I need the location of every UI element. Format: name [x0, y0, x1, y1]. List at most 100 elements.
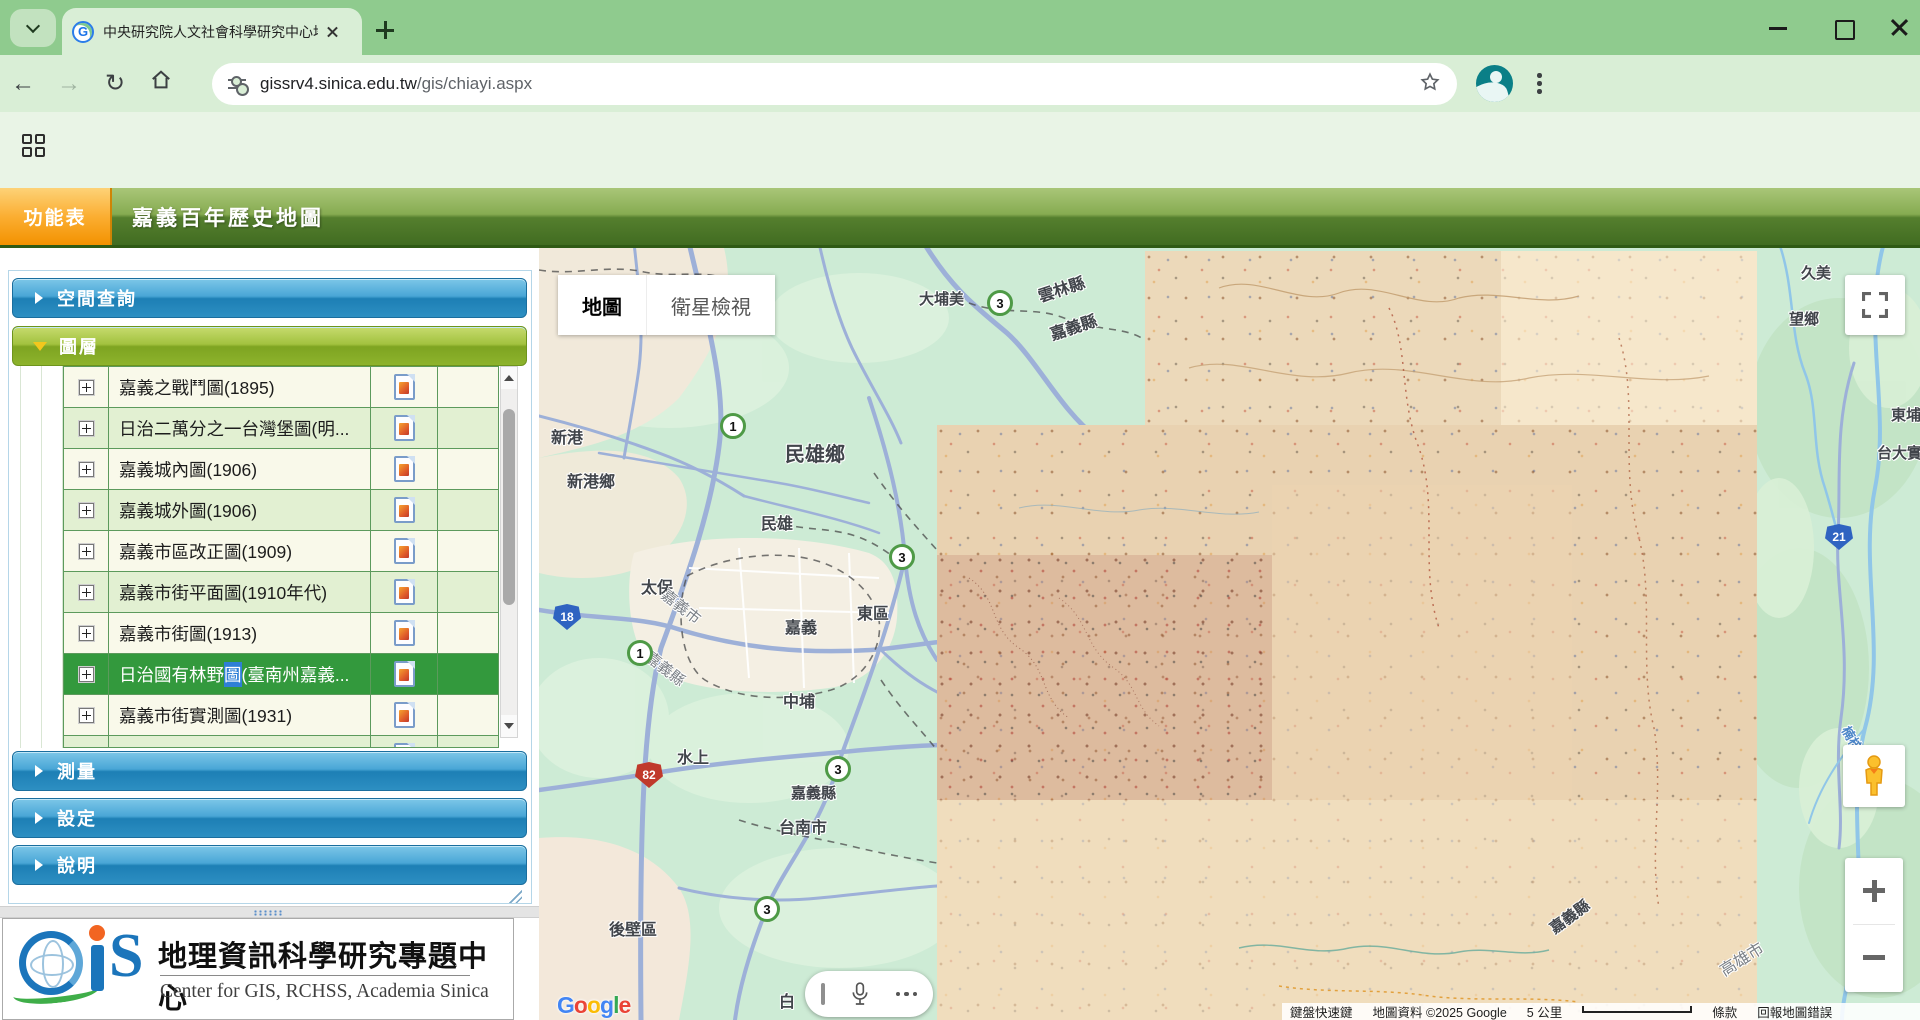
forward-button[interactable]: →: [46, 70, 92, 98]
pegman-control[interactable]: [1843, 745, 1905, 807]
chevron-right-icon: [35, 292, 43, 304]
report-error-link[interactable]: 回報地圖錯誤: [1757, 1002, 1832, 1020]
tab-close-icon[interactable]: [324, 23, 342, 41]
gis-letter-s: S: [109, 921, 143, 992]
expand-plus-icon[interactable]: [79, 421, 94, 436]
expand-plus-icon[interactable]: [79, 626, 94, 641]
zoom-out-button[interactable]: [1845, 925, 1903, 991]
layer-scrollbar[interactable]: [500, 366, 518, 738]
browser-menu-button[interactable]: [1537, 73, 1543, 95]
map-type-satellite-button[interactable]: 衛星檢視: [646, 275, 775, 335]
route-shield: 3: [889, 544, 915, 570]
map-label: 後壁區: [609, 916, 657, 940]
window-maximize-button[interactable]: [1830, 14, 1858, 42]
scroll-down-button[interactable]: [501, 715, 517, 737]
map-type-map-button[interactable]: 地圖: [558, 275, 646, 335]
more-options-icon[interactable]: [896, 992, 918, 997]
browser-navbar: ← → ↻ gissrv4.sinica.edu.tw/gis/chiayi.a…: [0, 55, 1920, 112]
accordion-layers[interactable]: 圖層: [12, 326, 527, 366]
chevron-right-icon: [35, 859, 43, 871]
layer-row[interactable]: 日治二萬分之一台灣堡圖(明...: [64, 408, 498, 449]
home-button[interactable]: [138, 69, 184, 98]
url-bar[interactable]: gissrv4.sinica.edu.tw/gis/chiayi.aspx: [212, 63, 1457, 105]
zoom-control: [1845, 858, 1903, 992]
map-document-icon[interactable]: [394, 661, 415, 687]
layer-row-partial[interactable]: [64, 736, 498, 748]
scrollbar-thumb[interactable]: [503, 409, 515, 605]
scale-label: 5 公里: [1527, 1002, 1562, 1020]
expand-plus-icon[interactable]: [79, 708, 94, 723]
map-label: 水上: [677, 744, 709, 768]
profile-avatar[interactable]: [1476, 65, 1513, 102]
expand-plus-icon[interactable]: [79, 380, 94, 395]
layer-row[interactable]: 嘉義市區改正圖(1909): [64, 531, 498, 572]
function-menu-button[interactable]: 功能表: [0, 188, 112, 245]
accordion-measure[interactable]: 測量: [12, 751, 527, 791]
tab-search-button[interactable]: [10, 9, 56, 47]
map-document-icon[interactable]: [394, 620, 415, 646]
browser-tab[interactable]: G 中央研究院人文社會科學研究中心地理: [62, 8, 362, 55]
scroll-up-button[interactable]: [501, 367, 517, 389]
apps-grid-icon[interactable]: [22, 134, 46, 158]
map-label: 新港: [551, 424, 583, 448]
expand-plus-icon[interactable]: [79, 503, 94, 518]
gis-logo-panel: S 地理資訊科學研究專題中心 Center for GIS, RCHSS, Ac…: [2, 918, 514, 1020]
bookmark-star-button[interactable]: [1419, 71, 1441, 98]
layer-row[interactable]: 嘉義市街平面圖(1910年代): [64, 572, 498, 613]
map-document-icon[interactable]: [394, 456, 415, 482]
chevron-right-icon: [35, 765, 43, 777]
layer-row[interactable]: 嘉義市街圖(1913): [64, 613, 498, 654]
map-document-icon[interactable]: [394, 497, 415, 523]
layer-row[interactable]: 嘉義城外圖(1906): [64, 490, 498, 531]
expand-plus-icon[interactable]: [79, 462, 94, 477]
map-document-icon[interactable]: [394, 538, 415, 564]
back-button[interactable]: ←: [0, 70, 46, 98]
layer-row[interactable]: 嘉義之戰鬥圖(1895): [64, 367, 498, 408]
expand-plus-icon[interactable]: [79, 544, 94, 559]
accordion-spatial-query[interactable]: 空間查詢: [12, 278, 527, 318]
layer-label: 嘉義市街圖(1913): [119, 621, 257, 646]
layer-label: 嘉義城外圖(1906): [119, 498, 257, 523]
map-status-bar: 鍵盤快速鍵 地圖資料 ©2025 Google 5 公里 條款 回報地圖錯誤: [1282, 1003, 1920, 1020]
route-shield: 3: [987, 290, 1013, 316]
new-tab-button[interactable]: [370, 16, 400, 46]
fullscreen-icon: [1862, 292, 1888, 318]
map-label: 東埔: [1891, 404, 1920, 425]
accordion-settings[interactable]: 設定: [12, 798, 527, 838]
window-minimize-button[interactable]: [1765, 14, 1793, 42]
map-label: 台大實: [1877, 442, 1920, 463]
ime-input-pill[interactable]: [805, 971, 933, 1017]
accordion-label: 圖層: [59, 333, 99, 359]
scale-bar: [1582, 1006, 1692, 1013]
accordion-help[interactable]: 說明: [12, 845, 527, 885]
gis-letter-i: [91, 945, 104, 991]
site-settings-icon[interactable]: [228, 76, 248, 92]
terms-link[interactable]: 條款: [1712, 1002, 1737, 1020]
reload-button[interactable]: ↻: [92, 69, 138, 98]
map-document-icon[interactable]: [394, 374, 415, 400]
chevron-right-icon: [35, 812, 43, 824]
layer-row[interactable]: 嘉義城內圖(1906): [64, 449, 498, 490]
map-document-icon[interactable]: [394, 415, 415, 441]
layer-row-selected[interactable]: 日治國有林野圖(臺南州嘉義...: [64, 654, 498, 695]
layer-row[interactable]: 嘉義市街實測圖(1931): [64, 695, 498, 736]
zoom-in-button[interactable]: [1845, 858, 1903, 924]
map-label: 大埔美: [919, 288, 964, 309]
map-document-icon[interactable]: [394, 579, 415, 605]
sidebar-splitter[interactable]: [0, 906, 539, 918]
chevron-down-icon: [33, 342, 47, 351]
fullscreen-button[interactable]: [1845, 275, 1905, 335]
window-close-button[interactable]: [1886, 14, 1914, 42]
map-document-icon: [394, 743, 415, 748]
keyboard-shortcuts-link[interactable]: 鍵盤快速鍵: [1290, 1002, 1353, 1020]
map-label: 久美: [1801, 262, 1831, 283]
map-document-icon[interactable]: [394, 702, 415, 728]
historical-map-overlay-north[interactable]: [1145, 251, 1757, 425]
expand-plus-icon[interactable]: [79, 585, 94, 600]
page-title: 嘉義百年歷史地圖: [132, 188, 324, 245]
map-canvas[interactable]: 溪口鄉 大埔美 雲林縣 嘉義縣 新港 新港鄉 民雄鄉 民雄 太保 嘉義市 嘉義 …: [539, 248, 1920, 1020]
url-path: /gis/chiayi.aspx: [417, 74, 532, 94]
historical-map-overlay-main[interactable]: [937, 425, 1757, 1020]
microphone-icon[interactable]: [850, 981, 870, 1007]
expand-plus-icon[interactable]: [79, 667, 94, 682]
